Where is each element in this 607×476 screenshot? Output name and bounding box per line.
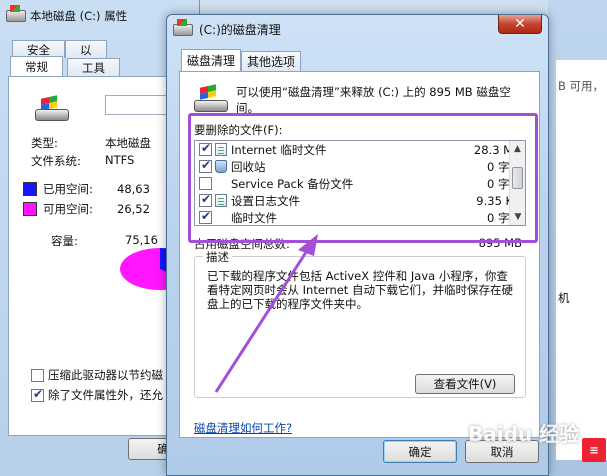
blank-icon bbox=[215, 211, 227, 224]
disk-cleanup-icon bbox=[173, 18, 193, 36]
dialog-title: (C:)的磁盘清理 bbox=[199, 23, 281, 37]
tab-general[interactable]: 常规 bbox=[10, 56, 63, 76]
list-item[interactable]: 设置日志文件 9.35 KB bbox=[195, 192, 525, 209]
help-link[interactable]: 磁盘清理如何工作? bbox=[194, 420, 292, 436]
file-checkbox[interactable] bbox=[199, 209, 212, 224]
list-item[interactable]: Service Pack 备份文件 0 字节 bbox=[195, 175, 525, 192]
ok-button[interactable]: 确定 bbox=[383, 440, 457, 463]
index-files-checkbox[interactable] bbox=[31, 387, 44, 402]
watermark: Baidu 经验 bbox=[468, 422, 580, 446]
tab-disk-cleanup[interactable]: 磁盘清理 bbox=[181, 49, 242, 71]
total-space-row: 占用磁盘空间总数: 895 MB bbox=[194, 236, 526, 252]
list-item[interactable]: Internet 临时文件 28.3 MB bbox=[195, 141, 525, 158]
file-name: 设置日志文件 bbox=[231, 193, 300, 208]
logo-icon: ≡ bbox=[582, 438, 606, 462]
recycle-bin-icon bbox=[215, 160, 227, 173]
index-files-label: 除了文件属性外，还允 bbox=[48, 388, 163, 402]
capacity-value: 75,16 bbox=[125, 233, 158, 247]
free-space-swatch bbox=[23, 202, 37, 216]
type-label: 类型: bbox=[31, 136, 58, 150]
description-group-text: 已下载的程序文件包括 ActiveX 控件和 Java 小程序，你查看特定网页时… bbox=[207, 269, 513, 311]
blank-icon bbox=[215, 177, 227, 190]
file-name: Service Pack 备份文件 bbox=[231, 176, 354, 191]
drive-icon bbox=[35, 95, 69, 121]
disk-cleanup-panel: 可以使用“磁盘清理”来释放 (C:) 上的 895 MB 磁盘空间。 要删除的文… bbox=[179, 71, 540, 438]
disk-cleanup-dialog: (C:)的磁盘清理 ✕ 磁盘清理 其他选项 可以使用“磁盘清理”来释放 (C:)… bbox=[166, 14, 549, 476]
capacity-label: 容量: bbox=[51, 234, 78, 248]
dialog-titlebar: (C:)的磁盘清理 bbox=[173, 18, 281, 38]
drive-icon bbox=[6, 5, 26, 22]
scroll-up-icon[interactable]: ▲ bbox=[510, 141, 525, 157]
list-scrollbar[interactable]: ▲ ▼ bbox=[509, 141, 525, 225]
used-space-label: 已用空间: bbox=[43, 182, 93, 196]
used-space-swatch bbox=[23, 182, 37, 196]
description-group-title: 描述 bbox=[203, 249, 232, 265]
view-files-button[interactable]: 查看文件(V) bbox=[415, 374, 515, 394]
used-space-value: 48,63 bbox=[117, 182, 150, 196]
scroll-down-icon[interactable]: ▼ bbox=[510, 209, 526, 225]
compress-drive-label: 压缩此驱动器以节约磁 bbox=[48, 368, 163, 382]
properties-title: 本地磁盘 (C:) 属性 bbox=[30, 9, 128, 23]
document-icon bbox=[215, 194, 227, 207]
compress-drive-checkbox[interactable] bbox=[31, 368, 44, 382]
file-checkbox[interactable] bbox=[199, 141, 212, 156]
total-space-value: 895 MB bbox=[478, 236, 522, 250]
disk-cleanup-icon bbox=[194, 84, 228, 112]
tab-tools[interactable]: 工具 bbox=[67, 58, 120, 76]
file-name: 回收站 bbox=[231, 159, 266, 174]
document-icon bbox=[215, 143, 227, 156]
file-name: 临时文件 bbox=[231, 210, 277, 225]
files-to-delete-label: 要删除的文件(F): bbox=[194, 123, 283, 137]
description-group: 描述 已下载的程序文件包括 ActiveX 控件和 Java 小程序，你查看特定… bbox=[194, 249, 526, 398]
type-value: 本地磁盘 bbox=[105, 136, 151, 150]
scroll-thumb[interactable] bbox=[512, 167, 523, 189]
free-space-label: 可用空间: bbox=[43, 202, 93, 216]
list-item[interactable]: 临时文件 0 字节 bbox=[195, 209, 525, 226]
tab-more-options[interactable]: 其他选项 bbox=[241, 51, 302, 71]
list-item[interactable]: 回收站 0 字节 bbox=[195, 158, 525, 175]
filesystem-value: NTFS bbox=[105, 153, 135, 167]
files-to-delete-list[interactable]: Internet 临时文件 28.3 MB 回收站 0 字节 Service P… bbox=[194, 140, 526, 226]
machine-fragment: 机 bbox=[558, 291, 570, 305]
close-button[interactable]: ✕ bbox=[498, 15, 542, 34]
description-text: 可以使用“磁盘清理”来释放 (C:) 上的 895 MB 磁盘空间。 bbox=[236, 85, 511, 115]
file-checkbox[interactable] bbox=[199, 177, 212, 190]
free-space-value: 26,52 bbox=[117, 202, 150, 216]
file-name: Internet 临时文件 bbox=[231, 142, 327, 157]
tab-previous-versions[interactable]: 以 bbox=[65, 40, 107, 58]
file-checkbox[interactable] bbox=[199, 158, 212, 173]
free-space-fragment: B 可用， bbox=[558, 79, 605, 93]
background-window-right: B 可用， 机 bbox=[548, 0, 607, 476]
filesystem-label: 文件系统: bbox=[31, 154, 81, 168]
file-checkbox[interactable] bbox=[199, 192, 212, 207]
